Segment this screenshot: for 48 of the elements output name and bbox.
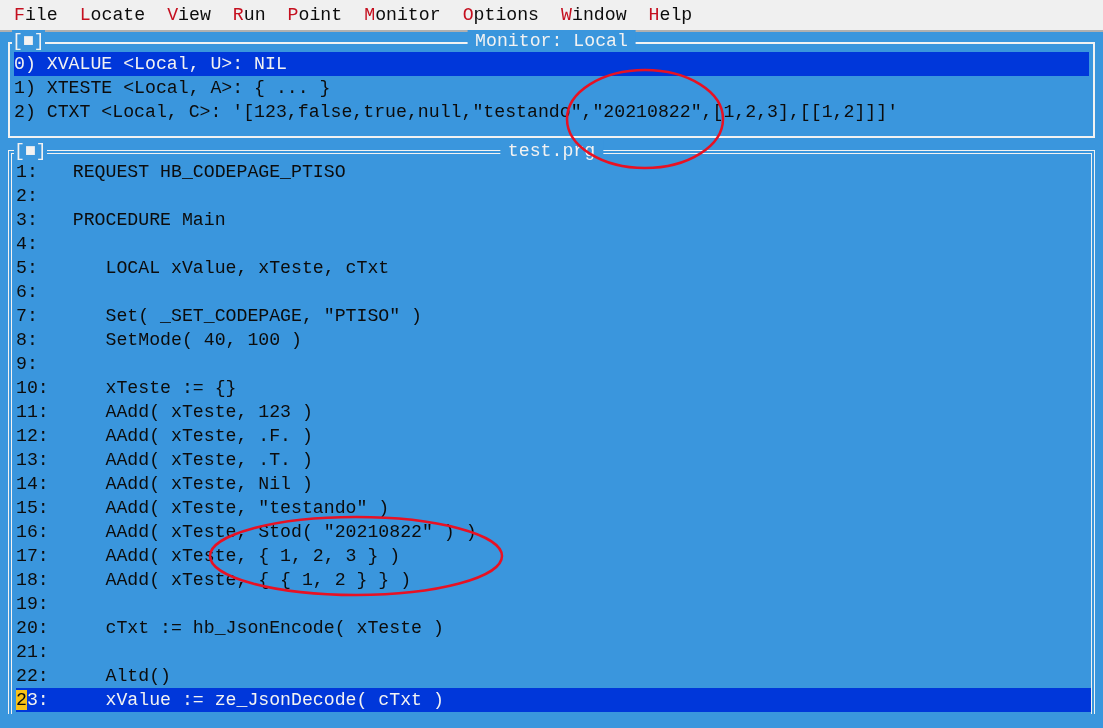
code-text: xTeste := {} — [104, 377, 237, 400]
code-text: Altd() — [104, 665, 171, 688]
line-number: 3: — [16, 209, 39, 232]
code-text: AAdd( xTeste, .T. ) — [104, 449, 313, 472]
line-number: 1: — [16, 161, 39, 184]
line-number: 17: — [16, 545, 50, 568]
line-number: 20: — [16, 617, 50, 640]
line-number: 15: — [16, 497, 50, 520]
code-text: AAdd( xTeste, .F. ) — [104, 425, 313, 448]
line-number: 12: — [16, 425, 50, 448]
line-number: 19: — [16, 593, 50, 616]
menu-item[interactable]: Run — [232, 3, 266, 27]
line-number: 13: — [16, 449, 50, 472]
code-text: REQUEST HB_CODEPAGE_PTISO — [72, 161, 346, 184]
code-text: cTxt := hb_JsonEncode( xTeste ) — [104, 617, 444, 640]
code-text: LOCAL xValue, xTeste, cTxt — [104, 257, 390, 280]
line-number: 8: — [16, 329, 39, 352]
menu-item[interactable]: Locate — [79, 3, 146, 27]
code-text: SetMode( 40, 100 ) — [104, 329, 302, 352]
line-number: 23: — [16, 689, 50, 712]
menu-item[interactable]: Options — [462, 3, 540, 27]
code-text: AAdd( xTeste, "testando" ) — [104, 497, 390, 520]
line-number: 18: — [16, 569, 50, 592]
line-number: 16: — [16, 521, 50, 544]
menu-item[interactable]: Point — [287, 3, 343, 27]
code-text: PROCEDURE Main — [72, 209, 226, 232]
line-number: 4: — [16, 233, 39, 256]
line-number: 21: — [16, 641, 50, 664]
line-number: 7: — [16, 305, 39, 328]
line-number: 11: — [16, 401, 50, 424]
code-text: AAdd( xTeste, 123 ) — [104, 401, 313, 424]
line-number: 9: — [16, 353, 39, 376]
menu-item[interactable]: Monitor — [364, 3, 441, 27]
line-number: 6: — [16, 281, 39, 304]
monitor-row[interactable]: 0) XVALUE <Local, U>: NIL — [14, 52, 1089, 76]
code-text: Set( _SET_CODEPAGE, "PTISO" ) — [104, 305, 422, 328]
line-number: 14: — [16, 473, 50, 496]
line-number: 2: — [16, 185, 39, 208]
monitor-row[interactable]: 1) XTESTE <Local, A>: { ... } — [14, 76, 1089, 100]
menu-item[interactable]: Help — [648, 3, 693, 27]
line-number: 10: — [16, 377, 50, 400]
menu-item[interactable]: Window — [561, 3, 627, 27]
code-text: xValue := ze_JsonDecode( cTxt ) — [104, 689, 444, 712]
line-number: 22: — [16, 665, 50, 688]
menu-item[interactable]: View — [167, 3, 211, 27]
line-number: 5: — [16, 257, 39, 280]
code-text: AAdd( xTeste, Nil ) — [104, 473, 313, 496]
menu-item[interactable]: File — [14, 3, 58, 27]
